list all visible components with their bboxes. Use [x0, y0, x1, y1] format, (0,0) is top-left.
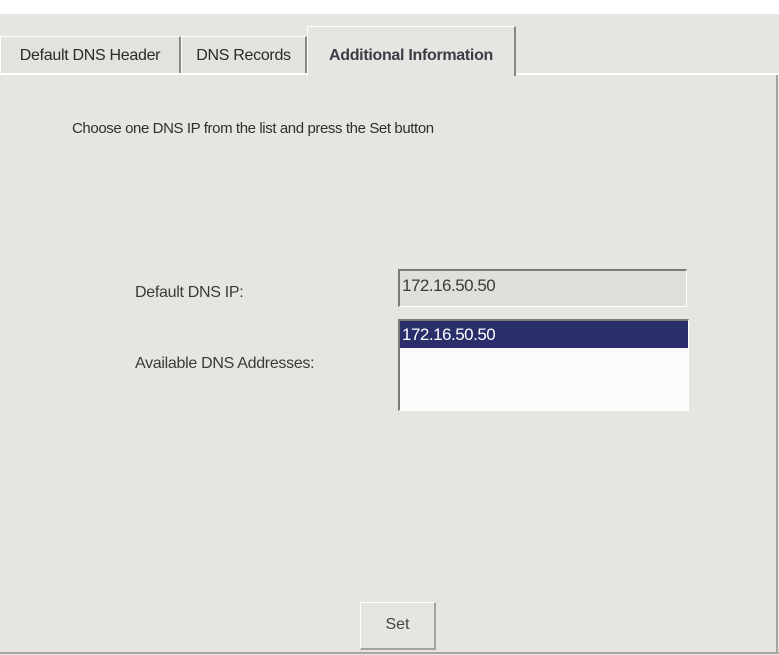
tab-dns-records[interactable]: DNS Records	[181, 36, 307, 74]
list-item[interactable]: 172.16.50.50	[400, 321, 688, 348]
default-dns-label: Default DNS IP:	[135, 284, 244, 301]
panel-bottom-border	[0, 652, 779, 654]
default-dns-field: 172.16.50.50	[398, 269, 687, 307]
tab-additional-information[interactable]: Additional Information	[307, 26, 516, 76]
panel-right-border	[776, 74, 778, 654]
tab-default-dns-header[interactable]: Default DNS Header	[0, 36, 181, 74]
set-button[interactable]: Set	[360, 602, 436, 650]
available-dns-listbox[interactable]: 172.16.50.50	[398, 319, 689, 411]
instruction-text: Choose one DNS IP from the list and pres…	[72, 120, 434, 137]
available-dns-label: Available DNS Addresses:	[135, 355, 315, 372]
